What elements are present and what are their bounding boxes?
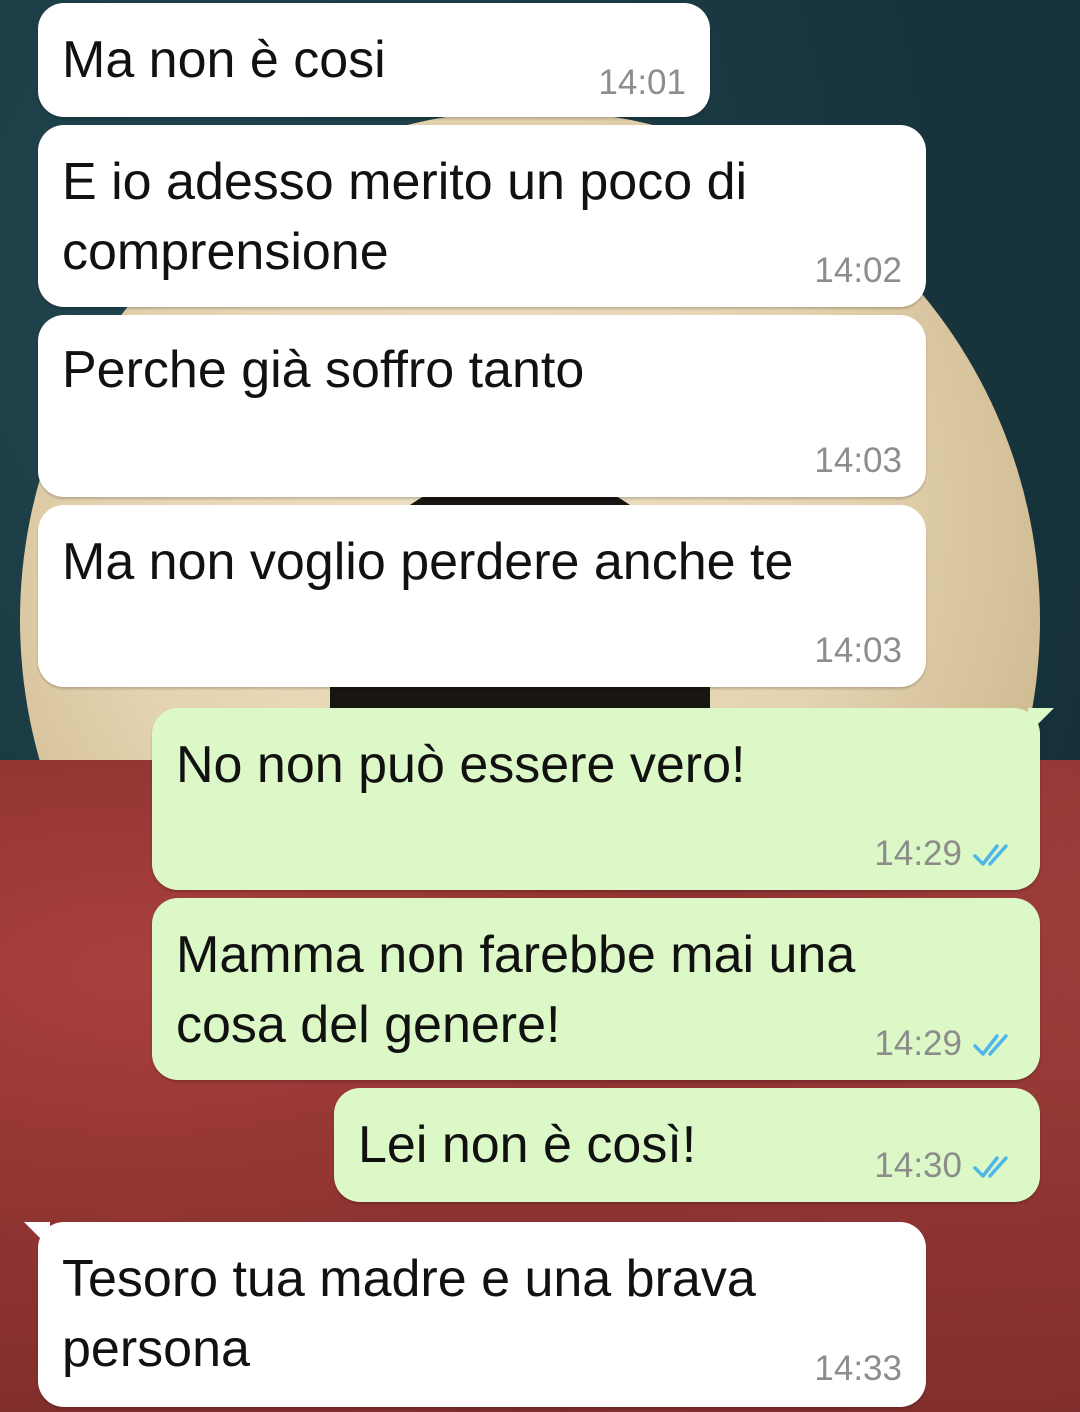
double-check-read-icon xyxy=(972,1029,1016,1059)
message-bubble-incoming[interactable]: Ma non voglio perdere anche te 14:03 xyxy=(38,505,926,687)
message-meta: 14:29 xyxy=(874,1024,1016,1064)
message-meta: 14:30 xyxy=(874,1146,1016,1186)
message-time: 14:33 xyxy=(814,1349,902,1388)
message-bubble-outgoing[interactable]: Mamma non farebbe mai una cosa del gener… xyxy=(152,898,1040,1080)
double-check-read-icon xyxy=(972,1151,1016,1181)
message-bubble-outgoing[interactable]: Lei non è così! 14:30 xyxy=(334,1088,1040,1202)
message-text: E io adesso merito un poco di comprensio… xyxy=(62,153,748,281)
message-bubble-incoming[interactable]: E io adesso merito un poco di comprensio… xyxy=(38,125,926,307)
message-time: 14:29 xyxy=(874,1024,962,1063)
message-bubble-incoming[interactable]: Tesoro tua madre e una brava persona 14:… xyxy=(24,1222,926,1407)
message-text: Perche già soffro tanto xyxy=(62,341,585,399)
message-time: 14:01 xyxy=(598,63,686,102)
message-meta: 14:03 xyxy=(814,441,902,481)
message-meta: 14:29 xyxy=(874,834,1016,874)
message-time: 14:30 xyxy=(874,1146,962,1185)
message-text: Ma non voglio perdere anche te xyxy=(62,533,794,591)
message-text: No non può essere vero! xyxy=(176,736,746,794)
message-meta: 14:33 xyxy=(814,1349,902,1389)
message-meta: 14:01 xyxy=(598,63,686,103)
message-list[interactable]: Ma non è cosi 14:01 E io adesso merito u… xyxy=(0,0,1080,1412)
message-bubble-incoming[interactable]: Perche già soffro tanto 14:03 xyxy=(38,315,926,497)
message-time: 14:03 xyxy=(814,631,902,670)
message-time: 14:29 xyxy=(874,834,962,873)
message-text: Tesoro tua madre e una brava persona xyxy=(62,1250,756,1378)
double-check-read-icon xyxy=(972,839,1016,869)
message-meta: 14:02 xyxy=(814,251,902,291)
message-bubble-outgoing[interactable]: No non può essere vero! 14:29 xyxy=(152,708,1054,890)
message-text: Ma non è cosi xyxy=(62,31,386,89)
message-time: 14:03 xyxy=(814,441,902,480)
message-meta: 14:03 xyxy=(814,631,902,671)
message-bubble-incoming[interactable]: Ma non è cosi 14:01 xyxy=(38,3,710,117)
message-time: 14:02 xyxy=(814,251,902,290)
